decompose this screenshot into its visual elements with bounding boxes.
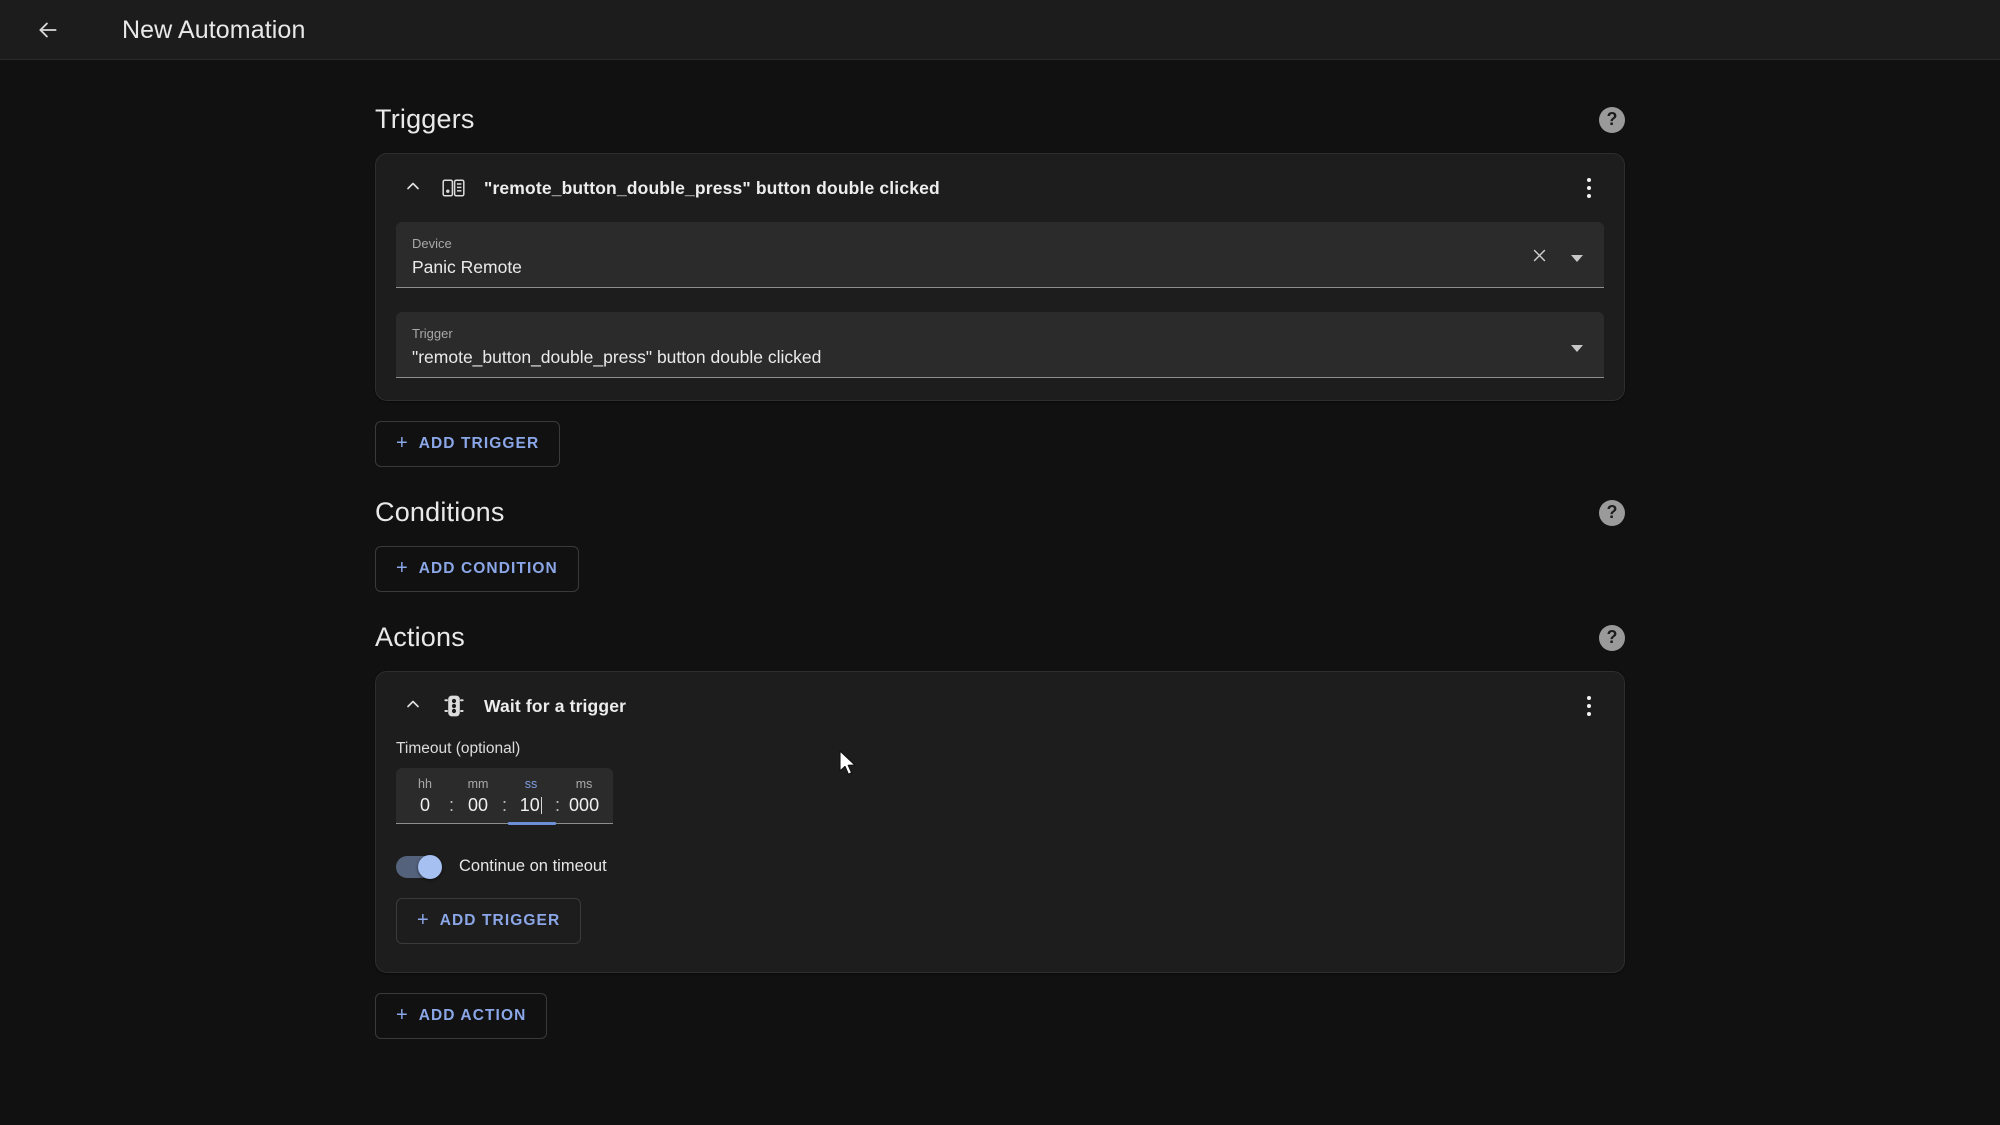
duration-separator: :	[555, 795, 561, 816]
add-trigger-button[interactable]: + ADD TRIGGER	[375, 421, 561, 467]
duration-value-mm: 00	[468, 795, 489, 816]
trigger-overflow-menu-button[interactable]	[1572, 171, 1606, 205]
toggle-knob	[418, 854, 442, 879]
device-clear-button[interactable]	[1524, 243, 1554, 273]
action-collapse-button[interactable]	[396, 689, 430, 723]
focus-underline	[508, 822, 556, 825]
dot	[1586, 703, 1592, 709]
trigger-card-body: Device Panic Remote Trigger "remote_butt…	[376, 222, 1624, 400]
plus-icon: +	[396, 1003, 408, 1026]
add-action-row: + ADD ACTION	[375, 992, 1625, 1039]
action-add-trigger-label: ADD TRIGGER	[439, 911, 561, 929]
continue-on-timeout-row: Continue on timeout	[396, 854, 1604, 879]
dot	[1586, 185, 1592, 191]
automation-editor: Triggers ? "remote_button_double_press" …	[0, 60, 2000, 1039]
duration-separator: :	[502, 795, 508, 816]
device-field-label: Device	[412, 235, 452, 251]
app-header: New Automation	[0, 0, 2000, 60]
plus-icon: +	[396, 432, 408, 454]
trigger-card-header: "remote_button_double_press" button doub…	[376, 154, 1624, 222]
page-title: New Automation	[122, 15, 306, 44]
timeout-duration-input[interactable]: hh 0 : mm 00 : ss 10 : ms 000	[396, 768, 614, 825]
add-condition-button[interactable]: + ADD CONDITION	[375, 546, 579, 592]
traffic-light-icon	[440, 692, 468, 720]
duration-segment-hh[interactable]: hh 0	[410, 776, 440, 817]
duration-cap-mm: mm	[467, 777, 489, 791]
duration-value-ss-wrap: 10	[520, 794, 543, 817]
duration-separator: :	[449, 795, 455, 816]
plus-icon: +	[417, 908, 429, 931]
actions-title: Actions	[375, 622, 465, 652]
device-select-field[interactable]: Device Panic Remote	[396, 222, 1604, 288]
close-icon	[1531, 247, 1548, 269]
conditions-help-icon[interactable]: ?	[1599, 499, 1625, 526]
add-condition-label: ADD CONDITION	[418, 560, 558, 577]
arrow-left-icon	[35, 17, 61, 43]
remote-device-icon	[440, 174, 468, 202]
chevron-down-icon	[1571, 344, 1583, 352]
duration-cap-ss: ss	[524, 777, 538, 791]
duration-value-hh: 0	[419, 795, 430, 816]
add-trigger-label: ADD TRIGGER	[418, 435, 540, 452]
action-card-header: Wait for a trigger	[376, 672, 1624, 740]
add-condition-row: + ADD CONDITION	[375, 546, 1625, 592]
dot	[1586, 695, 1592, 701]
action-add-trigger-row: + ADD TRIGGER	[396, 897, 1604, 944]
trigger-dropdown-button[interactable]	[1562, 333, 1592, 363]
add-action-label: ADD ACTION	[418, 1006, 527, 1024]
duration-segment-mm[interactable]: mm 00	[463, 776, 493, 817]
duration-segment-ss[interactable]: ss 10	[516, 776, 546, 817]
chevron-up-icon	[403, 694, 423, 719]
actions-section-header: Actions ?	[375, 622, 1625, 653]
triggers-title: Triggers	[375, 104, 475, 134]
actions-help-icon[interactable]: ?	[1599, 624, 1625, 651]
back-button[interactable]	[26, 8, 70, 52]
continue-on-timeout-label: Continue on timeout	[459, 857, 607, 876]
dot	[1586, 177, 1592, 183]
text-caret	[540, 797, 543, 815]
conditions-title: Conditions	[375, 497, 505, 527]
device-dropdown-button[interactable]	[1562, 243, 1592, 273]
trigger-collapse-button[interactable]	[396, 171, 430, 205]
action-card-title: Wait for a trigger	[484, 695, 627, 716]
action-card: Wait for a trigger Timeout (optional) hh…	[375, 671, 1625, 973]
plus-icon: +	[396, 557, 408, 579]
trigger-card-title: "remote_button_double_press" button doub…	[484, 177, 940, 198]
trigger-field-value: "remote_button_double_press" button doub…	[412, 347, 822, 367]
dot	[1586, 711, 1592, 717]
duration-segment-ms[interactable]: ms 000	[569, 776, 599, 817]
add-action-button[interactable]: + ADD ACTION	[375, 992, 548, 1039]
triggers-help-icon[interactable]: ?	[1599, 106, 1625, 133]
duration-cap-hh: hh	[418, 777, 432, 791]
duration-value-ss: 10	[519, 795, 540, 816]
action-card-body: Timeout (optional) hh 0 : mm 00 : ss 10	[376, 740, 1624, 972]
trigger-card: "remote_button_double_press" button doub…	[375, 153, 1625, 401]
triggers-section-header: Triggers ?	[375, 104, 1625, 135]
device-field-value: Panic Remote	[412, 257, 522, 277]
duration-cap-ms: ms	[575, 777, 593, 791]
add-trigger-row: + ADD TRIGGER	[375, 421, 1625, 467]
chevron-up-icon	[403, 176, 423, 201]
timeout-label: Timeout (optional)	[396, 740, 521, 757]
conditions-section-header: Conditions ?	[375, 497, 1625, 528]
trigger-field-label: Trigger	[412, 325, 453, 341]
continue-on-timeout-toggle[interactable]	[396, 854, 442, 879]
action-add-trigger-button[interactable]: + ADD TRIGGER	[396, 897, 582, 944]
trigger-select-field[interactable]: Trigger "remote_button_double_press" but…	[396, 312, 1604, 378]
action-overflow-menu-button[interactable]	[1572, 689, 1606, 723]
duration-value-ms: 000	[569, 795, 600, 816]
dot	[1586, 193, 1592, 199]
chevron-down-icon	[1571, 254, 1583, 262]
